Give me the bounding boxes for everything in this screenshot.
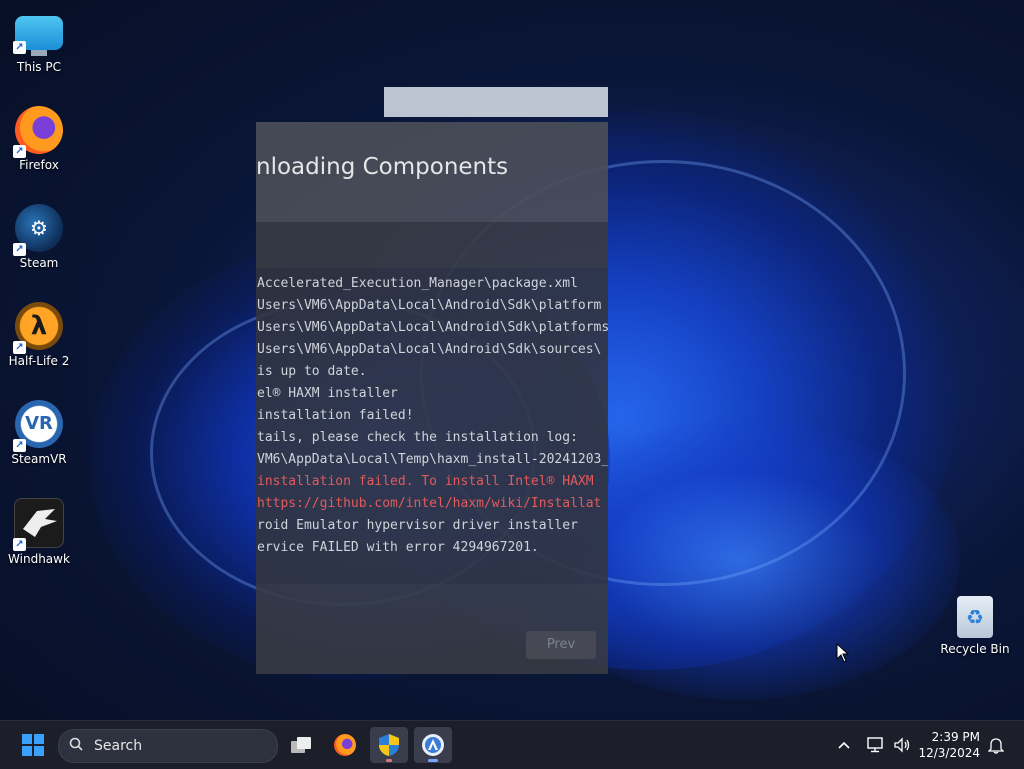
window-subheader [256,222,608,268]
clock-date: 12/3/2024 [918,746,980,760]
shortcut-arrow-icon: ↗ [13,341,26,354]
half-life-2-icon: λ ↗ [13,302,63,354]
shortcut-arrow-icon: ↗ [13,538,26,551]
network-icon [867,737,883,753]
windows-logo-icon [22,734,44,756]
taskbar-installer[interactable] [370,727,408,763]
search-placeholder: Search [94,738,143,754]
desktop-icon-steamvr[interactable]: VR ↗ SteamVR [0,400,78,466]
task-view-icon [291,737,311,753]
notifications-button[interactable] [984,727,1008,763]
taskbar-clock[interactable]: 2:39 PM 12/3/2024 [916,729,980,761]
volume-icon [894,737,910,753]
taskbar-search[interactable]: Search [58,729,278,763]
bell-icon [988,738,1004,754]
desktop-icon-steam[interactable]: ⚙ ↗ Steam [0,204,78,270]
log-line: el® HAXM installer [257,386,398,401]
desktop-icon-recycle-bin[interactable]: ♻ Recycle Bin [936,596,1014,656]
desktop-icon-this-pc[interactable]: ↗ This PC [0,10,78,74]
desktop-icon-firefox[interactable]: ↗ Firefox [0,106,78,172]
desktop-icon-label: Half-Life 2 [8,354,70,368]
window-titlebar[interactable] [384,87,608,117]
log-line: tails, please check the installation log… [257,430,578,445]
firefox-icon [334,734,356,756]
mouse-cursor-icon [836,643,850,663]
desktop-icon-label: This PC [17,60,61,74]
window-header: nloading Components [256,122,608,222]
installer-window: nloading Components Accelerated_Executio… [256,122,608,674]
log-line: roid Emulator hypervisor driver installe… [257,518,578,533]
taskbar: Search 2:39 PM 12/3/2024 [0,720,1024,769]
install-log[interactable]: Accelerated_Execution_Manager\package.xm… [256,268,608,584]
shortcut-arrow-icon: ↗ [13,145,26,158]
chevron-up-icon [838,741,850,749]
network-button[interactable] [864,727,888,763]
desktop-icon-label: Firefox [19,158,59,172]
start-button[interactable] [14,727,52,763]
desktop-icon-label: Steam [19,256,59,270]
search-icon [69,737,83,751]
desktop-icon-windhawk[interactable]: ↗ Windhawk [0,498,78,566]
installer-shield-icon [379,734,399,756]
log-line: Users\VM6\AppData\Local\Android\Sdk\plat… [257,298,602,313]
log-line: is up to date. [257,364,367,379]
log-line: Users\VM6\AppData\Local\Android\Sdk\sour… [257,342,602,357]
log-line-error: https://github.com/intel/haxm/wiki/Insta… [257,496,602,511]
log-line-error: installation failed. To install Intel® H… [257,474,594,489]
computer-icon: ↗ [13,16,63,54]
desktop-icon-label: Recycle Bin [940,642,1010,656]
android-studio-icon [422,734,444,756]
show-hidden-icons-button[interactable] [832,727,856,763]
windhawk-icon: ↗ [13,498,64,551]
shortcut-arrow-icon: ↗ [13,243,26,256]
window-footer: Prev [256,584,608,674]
previous-button[interactable]: Prev [526,631,596,659]
steam-icon: ⚙ ↗ [13,204,63,256]
taskbar-firefox[interactable] [326,727,364,763]
log-line: installation failed! [257,408,414,423]
desktop-icon-label: SteamVR [11,452,67,466]
log-line: Users\VM6\AppData\Local\Android\Sdk\plat… [257,320,608,335]
desktop-icon-half-life-2[interactable]: λ ↗ Half-Life 2 [0,302,78,368]
firefox-icon: ↗ [13,106,63,158]
volume-button[interactable] [890,727,914,763]
clock-time: 2:39 PM [931,730,980,744]
shortcut-arrow-icon: ↗ [13,41,26,54]
window-title: nloading Components [256,154,509,180]
shortcut-arrow-icon: ↗ [13,439,26,452]
log-line: VM6\AppData\Local\Temp\haxm_install-2024… [257,452,608,467]
taskbar-android-studio[interactable] [414,727,452,763]
desktop-icon-label: Windhawk [8,552,70,566]
recycle-bin-icon: ♻ [957,596,993,638]
log-line: Accelerated_Execution_Manager\package.xm… [257,276,578,291]
steamvr-icon: VR ↗ [13,400,63,452]
log-line: ervice FAILED with error 4294967201. [257,540,539,555]
task-view-button[interactable] [282,727,320,763]
